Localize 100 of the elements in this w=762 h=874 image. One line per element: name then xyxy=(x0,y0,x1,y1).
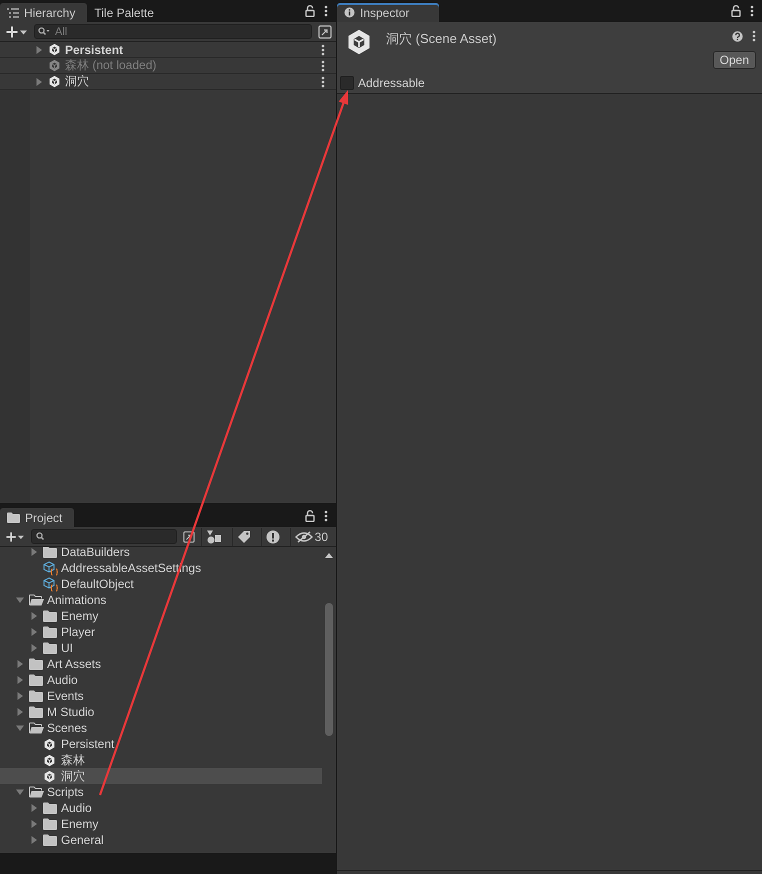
expanded-arrow-icon[interactable] xyxy=(16,724,24,732)
cube-braces-icon xyxy=(43,560,58,576)
collapsed-arrow-icon[interactable] xyxy=(16,676,24,684)
addressable-checkbox[interactable] xyxy=(340,76,354,90)
scene-name: 洞穴 xyxy=(61,768,85,784)
collapsed-arrow-icon[interactable] xyxy=(16,708,24,716)
folder-name: Audio xyxy=(47,673,78,687)
collapsed-arrow-icon[interactable] xyxy=(35,78,43,86)
scrollbar-thumb[interactable] xyxy=(325,603,333,736)
scene-row[interactable]: 森林 xyxy=(0,752,322,768)
warning-icon[interactable] xyxy=(266,530,280,544)
folder-icon xyxy=(29,706,43,718)
tag-icon[interactable] xyxy=(236,530,251,544)
expanded-arrow-icon[interactable] xyxy=(16,596,24,604)
more-options-icon[interactable] xyxy=(752,30,756,42)
folder-name: Audio xyxy=(61,801,92,815)
collapsed-arrow-icon[interactable] xyxy=(30,820,38,828)
folder-icon xyxy=(43,818,57,830)
folder-name: Events xyxy=(47,689,84,703)
folder-icon xyxy=(29,674,43,686)
more-options-icon[interactable] xyxy=(324,5,328,17)
lock-icon[interactable] xyxy=(731,5,741,17)
collapsed-arrow-icon[interactable] xyxy=(35,46,43,54)
scene-icon xyxy=(48,43,61,56)
scene-row[interactable]: 洞穴 xyxy=(0,74,336,90)
scene-icon xyxy=(48,59,61,72)
folder-icon xyxy=(43,547,57,558)
scene-row[interactable]: Persistent xyxy=(0,42,336,58)
hidden-eye-icon xyxy=(294,530,313,542)
folder-name: UI xyxy=(61,641,73,655)
help-icon[interactable] xyxy=(732,30,743,42)
folder-row[interactable]: Player xyxy=(0,624,322,640)
folder-row[interactable]: Art Assets xyxy=(0,656,322,672)
folder-row[interactable]: General xyxy=(0,832,322,848)
more-options-icon[interactable] xyxy=(324,510,328,522)
search-scope-icon[interactable] xyxy=(182,530,195,544)
collapsed-arrow-icon[interactable] xyxy=(30,836,38,844)
collapsed-arrow-icon[interactable] xyxy=(30,644,38,652)
search-field[interactable]: All xyxy=(34,24,312,39)
scene-row[interactable]: 洞穴 xyxy=(0,768,322,784)
folder-row[interactable]: Audio xyxy=(0,672,322,688)
collapsed-arrow-icon[interactable] xyxy=(30,628,38,636)
open-folder-icon xyxy=(29,786,44,798)
folder-icon xyxy=(43,626,57,638)
scene-row[interactable]: Persistent xyxy=(0,736,322,752)
scene-name: Persistent xyxy=(65,42,124,56)
search-icon xyxy=(38,27,50,36)
panel-tab[interactable]: Tile Palette xyxy=(87,3,166,22)
folder-icon xyxy=(43,834,57,846)
folder-row[interactable]: Audio xyxy=(0,800,322,816)
create-menu-icon[interactable] xyxy=(6,26,28,38)
cube-braces-icon xyxy=(43,576,58,592)
folder-row[interactable]: Scenes xyxy=(0,720,322,736)
folder-row[interactable]: M Studio xyxy=(0,704,322,720)
folder-icon xyxy=(43,802,57,814)
folder-row[interactable]: Enemy xyxy=(0,816,322,832)
folder-row[interactable]: Enemy xyxy=(0,608,322,624)
more-options-icon[interactable] xyxy=(750,5,754,17)
asset-row[interactable]: DefaultObject xyxy=(0,576,322,592)
search-scope-icon[interactable] xyxy=(318,24,332,38)
folder-icon xyxy=(7,512,20,523)
asset-name: DefaultObject xyxy=(61,577,134,591)
collapsed-arrow-icon[interactable] xyxy=(30,548,38,556)
open-folder-icon xyxy=(29,722,44,734)
folder-row[interactable]: Animations xyxy=(0,592,322,608)
create-menu-icon[interactable] xyxy=(6,530,25,542)
filter-by-type-icon[interactable] xyxy=(206,530,222,544)
expanded-arrow-icon[interactable] xyxy=(16,788,24,796)
folder-icon xyxy=(29,690,43,702)
folder-icon xyxy=(43,642,57,654)
scene-name: 森林 (not loaded) xyxy=(65,57,158,74)
lock-icon[interactable] xyxy=(305,510,315,522)
more-options-icon[interactable] xyxy=(321,76,325,88)
folder-name: Enemy xyxy=(61,609,98,623)
panel-tab[interactable]: Inspector xyxy=(337,3,440,22)
collapsed-arrow-icon[interactable] xyxy=(16,660,24,668)
scene-icon xyxy=(48,75,61,88)
collapsed-arrow-icon[interactable] xyxy=(30,804,38,812)
panel-tab[interactable]: Project xyxy=(0,508,74,527)
folder-name: Player xyxy=(61,625,96,639)
folder-row[interactable]: Scripts xyxy=(0,784,322,800)
scroll-up-arrow-icon[interactable] xyxy=(325,553,333,558)
scene-name: 洞穴 xyxy=(65,73,90,90)
folder-row[interactable]: UI xyxy=(0,640,322,656)
folder-name: General xyxy=(61,833,104,847)
open-button[interactable]: Open xyxy=(712,51,756,69)
folder-icon xyxy=(29,658,43,670)
checkbox-label: Addressable xyxy=(358,76,425,90)
collapsed-arrow-icon[interactable] xyxy=(16,692,24,700)
folder-row[interactable]: Events xyxy=(0,688,322,704)
more-options-icon[interactable] xyxy=(321,44,325,56)
folder-name: Enemy xyxy=(61,817,98,831)
collapsed-arrow-icon[interactable] xyxy=(30,612,38,620)
more-options-icon[interactable] xyxy=(321,60,325,72)
folder-name: DataBuilders xyxy=(61,547,130,559)
lock-icon[interactable] xyxy=(305,5,315,17)
panel-tab[interactable]: Hierarchy xyxy=(0,3,88,22)
folder-row[interactable]: DataBuilders xyxy=(0,547,322,560)
search-field[interactable] xyxy=(30,529,177,544)
open-folder-icon xyxy=(29,594,44,606)
